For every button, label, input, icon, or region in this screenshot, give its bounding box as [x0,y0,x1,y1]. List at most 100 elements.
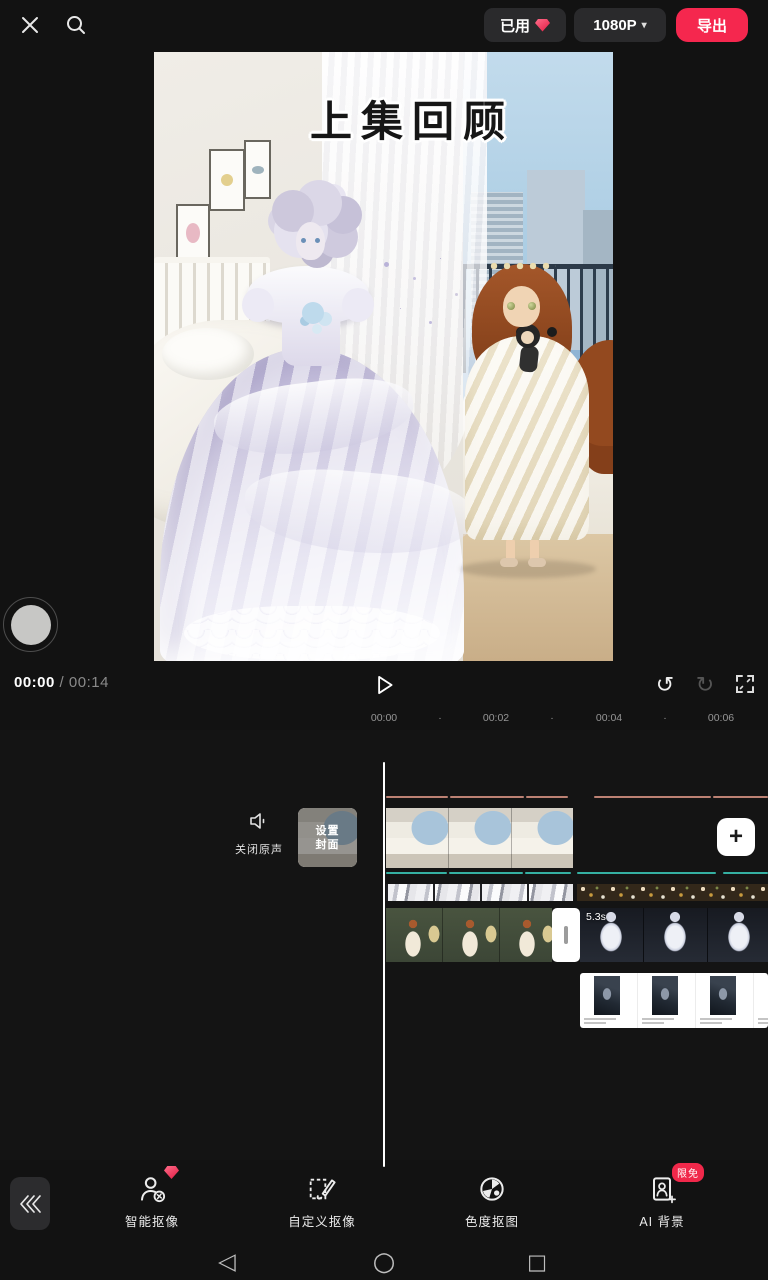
collapse-toolbar-button[interactable] [10,1177,50,1230]
bride-face [296,222,325,260]
nav-recents-button[interactable]: □ [515,1247,559,1277]
overlay-strip-clip[interactable] [577,884,768,901]
collapse-icon [17,1192,43,1216]
card-text-line [642,1018,674,1020]
time-divider: / [60,674,65,691]
nav-back-button[interactable]: ◁ [205,1247,249,1277]
close-button[interactable] [12,7,48,43]
total-duration: 00:14 [69,674,109,691]
card-text-line [584,1022,606,1024]
gem-icon [535,19,550,32]
chevron-down-icon: ▾ [642,20,647,31]
girl-flower-crown [488,260,556,273]
tool-ai-background[interactable]: 限免 AI 背景 [600,1172,724,1230]
ruler-dot: · [438,712,442,724]
clip-thumbnail [500,908,552,962]
clip-duration-badge: 5.3s [586,911,606,923]
card-thumbnail [652,976,678,1015]
petal-particles [384,262,389,267]
smart-cutout-icon-wrap [90,1172,214,1206]
video-overlay-title: 上集回顾 [272,88,552,149]
set-cover-button[interactable]: 设置 封面 [298,808,357,867]
tool-custom-cutout[interactable]: 自定义抠像 [260,1172,384,1230]
limited-free-badge: 限免 [672,1163,704,1182]
wall-art-frame [176,204,210,262]
card-text-line [700,1018,732,1020]
ai-background-icon-wrap [600,1172,724,1206]
card-text-line [758,1022,768,1024]
search-button[interactable] [58,7,94,43]
cover-label-line2: 封面 [316,838,340,852]
fullscreen-icon [733,672,757,696]
overlay-strip-clip[interactable] [386,884,573,901]
speaker-icon [247,810,271,832]
top-bar: 已用 1080P ▾ 导出 [0,0,768,52]
ruler-tick: 00:02 [483,712,509,724]
clip-thumbnail [443,908,500,962]
ruler-dot: · [550,712,554,724]
tool-smart-cutout[interactable]: 智能抠像 [90,1172,214,1230]
mute-original-sound-button[interactable]: 关闭原声 [228,810,290,857]
clip-thumbnail [386,908,443,962]
current-time: 00:00 [14,674,55,691]
overlay-video-clip[interactable] [580,908,768,962]
transition-button[interactable] [552,908,580,962]
sticker-card [580,973,638,1028]
search-icon [65,14,87,36]
vip-used-label: 已用 [500,15,530,36]
redo-button[interactable]: ↻ [692,672,718,698]
card-text-line [758,1018,768,1020]
girl-shoe [528,558,546,567]
video-editor-screen: 已用 1080P ▾ 导出 [0,0,768,1280]
play-icon [371,672,397,698]
clip-thumbnail [644,908,708,962]
ruler-tick: 00:04 [596,712,622,724]
art-blob [186,223,200,243]
cover-label-line1: 设置 [316,824,340,838]
card-text-line [642,1022,664,1024]
floating-widget-dot [11,605,51,645]
sticker-card [696,973,754,1028]
chroma-ball-icon [476,1173,508,1205]
bride-sleeve [242,288,274,322]
card-text-line [700,1022,722,1024]
floating-widget[interactable] [3,597,58,652]
overlay-video-clip[interactable] [386,908,552,962]
wall-art-frame [244,140,271,199]
tool-label: AI 背景 [600,1211,724,1230]
clip-thumbnail [449,808,512,868]
ruler-tick: 00:00 [371,712,397,724]
ruler-dot: · [663,712,667,724]
bride-sleeve [342,288,374,322]
tool-chroma-key[interactable]: 色度抠图 [430,1172,554,1230]
girl-shoe [500,558,518,567]
timeline[interactable]: 关闭原声 设置 封面 + [0,730,768,1160]
chroma-key-icon-wrap [430,1172,554,1206]
video-preview[interactable]: 上集回顾 [154,52,613,661]
card-text-line [584,1018,616,1020]
fullscreen-button[interactable] [732,672,758,698]
pen-cutout-icon [306,1173,338,1205]
art-blob [221,174,233,186]
undo-button[interactable]: ↺ [652,672,678,698]
sticker-track[interactable] [580,973,768,1028]
mute-label: 关闭原声 [228,841,290,857]
vip-used-button[interactable]: 已用 [484,8,566,42]
bottom-toolbar: 智能抠像 自定义抠像 色度抠图 限免 AI 背景 [0,1160,768,1245]
sticker-card [754,973,768,1028]
close-icon [19,14,41,36]
export-button[interactable]: 导出 [676,8,748,42]
nav-home-button[interactable]: ○ [362,1247,406,1277]
playhead[interactable] [383,762,385,1167]
main-video-clip[interactable] [386,808,573,868]
tool-label: 智能抠像 [90,1211,214,1230]
add-clip-button[interactable]: + [717,818,755,856]
android-nav-bar: ◁ ○ □ [0,1245,768,1280]
tool-label: 自定义抠像 [260,1211,384,1230]
resolution-button[interactable]: 1080P ▾ [574,8,666,42]
tool-label: 色度抠图 [430,1211,554,1230]
card-thumbnail [594,976,620,1015]
cover-label: 设置 封面 [298,808,357,867]
ruler-tick: 00:06 [708,712,734,724]
play-button[interactable] [371,672,397,698]
